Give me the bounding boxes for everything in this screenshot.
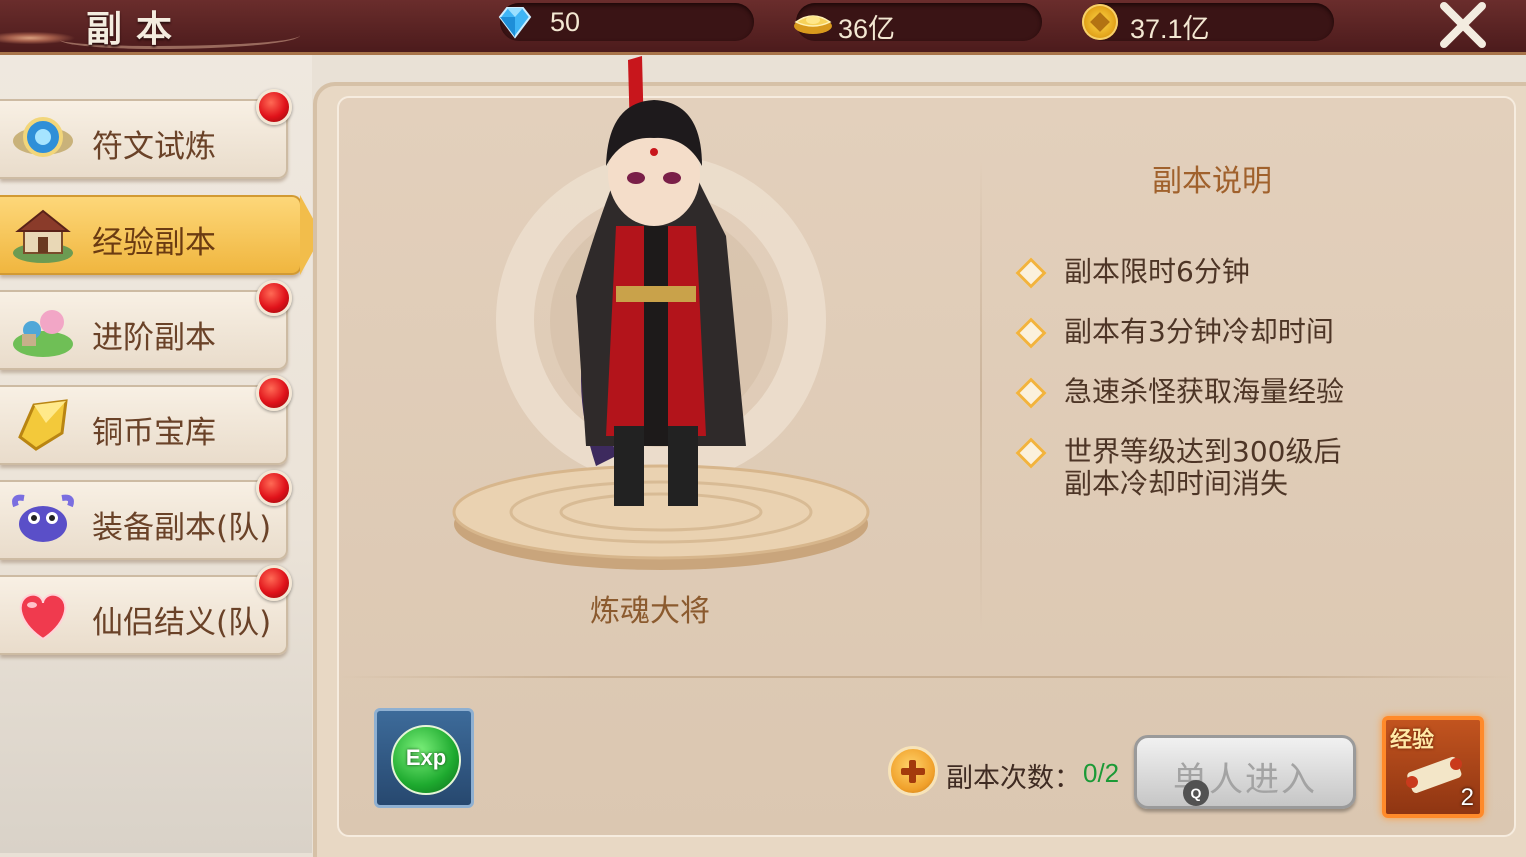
sidebar-item-label: 经验副本	[92, 225, 216, 261]
boss-name: 炼魂大将	[590, 594, 710, 629]
sidebar-item-label: 符文试炼	[92, 129, 216, 165]
attempt-count-label: 副本次数：	[946, 763, 1081, 794]
exp-label: Exp	[405, 745, 447, 770]
sidebar-item-advanced-dungeon[interactable]: 进阶副本	[0, 280, 292, 370]
exp-scroll-icon	[1406, 756, 1462, 794]
attempt-count-value: 0/2	[1083, 758, 1120, 788]
gold-ingot-value: 36亿	[838, 14, 896, 44]
sidebar-item-companion-bond[interactable]: 仙侣结义(队)	[0, 565, 292, 655]
garden-icon	[13, 310, 73, 357]
notification-badge	[256, 89, 292, 125]
diamond-counter[interactable]: 50	[498, 3, 754, 41]
house-icon	[13, 209, 73, 263]
copper-coin-value: 37.1亿	[1130, 14, 1210, 44]
boss-character-icon	[576, 56, 746, 506]
notification-badge	[256, 565, 292, 601]
sidebar-item-label: 装备副本(队)	[92, 510, 272, 546]
reward-count: 2	[1460, 784, 1474, 811]
exp-orb-icon: Exp	[391, 725, 461, 795]
sidebar-item-label: 进阶副本	[92, 320, 216, 356]
exp-scroll-reward[interactable]: 经验 2	[1382, 716, 1484, 818]
exp-reward-button[interactable]: Exp	[374, 708, 474, 808]
dungeon-info-title: 副本说明	[1152, 164, 1272, 199]
rune-orb-icon	[13, 117, 73, 157]
gold-ingot-counter[interactable]: 36亿	[794, 3, 1042, 44]
sidebar-item-equipment-dungeon[interactable]: 装备副本(队)	[0, 470, 292, 560]
sidebar-item-coin-vault[interactable]: 铜币宝库	[0, 375, 292, 465]
crab-monster-icon	[12, 494, 74, 542]
sidebar: 符文试炼 经验副本 进阶副本 铜币宝库 装备副本(队) 仙侣结义(队)	[0, 55, 322, 853]
solo-enter-label: 单人进入	[1173, 760, 1317, 800]
copper-coin-counter[interactable]: 37.1亿	[1082, 3, 1334, 44]
reward-tag: 经验	[1390, 728, 1435, 753]
notification-badge	[256, 375, 292, 411]
sidebar-item-label: 铜币宝库	[92, 415, 216, 451]
sidebar-item-exp-dungeon[interactable]: 经验副本	[0, 195, 322, 275]
top-bar: 副本 50 36亿 37.1亿	[0, 0, 1526, 55]
sidebar-item-label: 仙侣结义(队)	[92, 605, 272, 641]
gold-crystal-icon	[18, 399, 68, 451]
diamond-icon	[498, 7, 532, 39]
close-icon[interactable]	[1436, 0, 1490, 50]
copper-coin-icon	[1082, 4, 1118, 40]
add-attempts-button[interactable]	[888, 746, 938, 796]
notification-badge	[256, 470, 292, 506]
solo-enter-button[interactable]: 单人进入	[1134, 735, 1356, 809]
notification-badge	[256, 280, 292, 316]
page-title: 副本	[86, 9, 187, 50]
gold-ingot-icon	[794, 15, 832, 34]
sidebar-item-rune-trial[interactable]: 符文试炼	[0, 89, 292, 179]
heart-icon	[19, 593, 67, 641]
diamond-value: 50	[550, 7, 581, 37]
vertical-divider	[980, 160, 982, 630]
hotkey-badge: Q	[1183, 780, 1209, 806]
horizontal-divider	[340, 676, 1510, 678]
